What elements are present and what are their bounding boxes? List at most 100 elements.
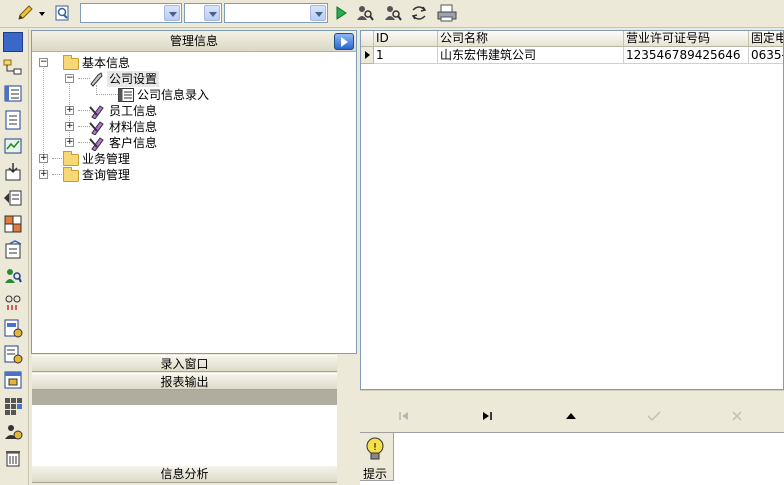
section-label: 录入窗口 — [160, 357, 209, 371]
search-person-icon[interactable] — [354, 3, 376, 23]
cell-value: 0635- — [751, 48, 784, 62]
tree-node-basic-info[interactable]: − 基本信息 — [32, 55, 352, 71]
report-output-section[interactable]: 报表输出 — [32, 373, 337, 390]
section-label: 报表输出 — [160, 375, 209, 389]
find-icon[interactable] — [52, 3, 74, 23]
tree-node-label: 员工信息 — [109, 104, 158, 118]
hierarchy-icon[interactable] — [3, 58, 23, 78]
left-icon-strip — [0, 29, 29, 485]
chevron-down-icon[interactable] — [204, 5, 220, 21]
lightbulb-icon: ! — [364, 436, 386, 465]
column-header-phone[interactable]: 固定电 — [749, 31, 784, 47]
folder-icon — [63, 151, 79, 166]
hint-label: 提示 — [363, 467, 388, 481]
column-header-company-name[interactable]: 公司名称 — [438, 31, 624, 47]
settings-document-icon[interactable] — [3, 240, 23, 260]
refresh-icon[interactable] — [408, 3, 430, 23]
data-grid: ID 公司名称 营业许可证号码 固定电 1 山东宏伟建筑公司 123546789… — [360, 30, 784, 390]
tree-node-label: 基本信息 — [82, 56, 131, 70]
table-cell[interactable]: 山东宏伟建筑公司 — [438, 47, 624, 64]
section-label: 信息分析 — [160, 467, 209, 481]
svg-text:!: ! — [373, 442, 377, 453]
tree-node-label: 客户信息 — [109, 136, 158, 150]
collapse-icon[interactable]: − — [65, 74, 74, 83]
table-cell[interactable]: 0635- — [749, 47, 784, 64]
post-record-button[interactable] — [644, 409, 664, 423]
cancel-record-button[interactable] — [727, 409, 747, 423]
edit-document-icon[interactable] — [3, 344, 23, 364]
column-header-id[interactable]: ID — [374, 31, 438, 47]
chevron-down-icon[interactable] — [36, 3, 48, 23]
collapse-icon[interactable]: − — [39, 58, 48, 67]
hint-panel: ! 提示 — [360, 432, 784, 485]
section-content-area — [32, 405, 337, 465]
first-record-button[interactable] — [394, 409, 414, 423]
table-cell[interactable]: 1 — [374, 47, 438, 64]
tree-node-customer-info[interactable]: + 客户信息 — [32, 135, 352, 152]
expand-icon[interactable]: + — [65, 138, 74, 147]
tree-node-label: 公司信息录入 — [137, 88, 210, 102]
search-document-icon[interactable] — [382, 3, 404, 23]
column-header-license-number[interactable]: 营业许可证号码 — [624, 31, 749, 47]
column-header-label: 固定电 — [751, 31, 784, 45]
run-icon[interactable] — [330, 3, 352, 23]
collapse-panel-button[interactable] — [334, 33, 354, 50]
table-cell[interactable]: 123546789425646 — [624, 47, 749, 64]
hint-tab[interactable]: ! 提示 — [360, 433, 394, 481]
column-header-label: ID — [376, 31, 389, 45]
main-toolbar — [0, 0, 784, 28]
filter-value-select[interactable] — [224, 3, 328, 23]
grid-icon[interactable] — [3, 214, 23, 234]
grid-corner — [361, 31, 374, 47]
pencil-icon[interactable] — [14, 3, 36, 23]
tree-node-employee-info[interactable]: + 员工信息 — [32, 103, 352, 120]
chart-icon[interactable] — [3, 136, 23, 156]
document-icon[interactable] — [3, 110, 23, 130]
chevron-down-icon[interactable] — [164, 5, 180, 21]
window-icon[interactable] — [3, 32, 23, 52]
list-view-icon[interactable] — [3, 84, 23, 104]
info-analysis-section[interactable]: 信息分析 — [32, 465, 337, 483]
filter-field-select[interactable] — [80, 3, 182, 23]
column-header-label: 公司名称 — [440, 31, 489, 45]
last-record-button[interactable] — [477, 409, 497, 423]
tree-node-label: 材料信息 — [109, 120, 158, 134]
management-tree-panel: 管理信息 − 基本信息 − 公司设置 公司信息录入 + 员工信息 + 材料信息 … — [31, 30, 357, 354]
tree-node-label: 业务管理 — [82, 152, 131, 166]
expand-icon[interactable]: + — [39, 170, 48, 179]
tree-node-label: 公司设置 — [107, 71, 160, 87]
download-box-icon[interactable] — [3, 162, 23, 182]
expand-icon[interactable]: + — [65, 122, 74, 131]
cell-value: 1 — [376, 48, 384, 62]
chevron-down-icon[interactable] — [310, 5, 326, 21]
table-icon[interactable] — [3, 370, 23, 390]
link-icon[interactable] — [3, 292, 23, 312]
tree-node-query-management[interactable]: + 查询管理 — [32, 167, 352, 183]
export-icon[interactable] — [3, 188, 23, 208]
current-row-indicator[interactable] — [361, 47, 374, 64]
tree-node-material-info[interactable]: + 材料信息 — [32, 119, 352, 136]
cell-value: 山东宏伟建筑公司 — [440, 48, 537, 62]
expand-icon[interactable]: + — [65, 106, 74, 115]
expand-icon[interactable]: + — [39, 154, 48, 163]
section-divider — [32, 390, 337, 405]
folder-icon — [63, 167, 79, 182]
tree-node-label: 查询管理 — [82, 168, 131, 182]
tree-node-company-info-entry[interactable]: 公司信息录入 — [32, 87, 352, 103]
user-search-icon[interactable] — [3, 266, 23, 286]
tree-node-company-settings[interactable]: − 公司设置 — [32, 71, 352, 87]
column-header-label: 营业许可证号码 — [626, 31, 711, 45]
entry-window-section[interactable]: 录入窗口 — [32, 355, 337, 372]
insert-record-button[interactable] — [561, 409, 581, 423]
print-icon[interactable] — [436, 3, 458, 23]
tree-panel-header: 管理信息 — [32, 31, 356, 52]
tree-node-business-management[interactable]: + 业务管理 — [32, 151, 352, 167]
modules-icon[interactable] — [3, 396, 23, 416]
user-settings-icon[interactable] — [3, 422, 23, 442]
folder-open-icon — [63, 55, 79, 70]
cell-value: 123546789425646 — [626, 48, 741, 62]
filter-operator-select[interactable] — [184, 3, 222, 23]
report-icon[interactable] — [3, 318, 23, 338]
trash-icon[interactable] — [3, 448, 23, 468]
tree-panel-title: 管理信息 — [169, 34, 218, 48]
